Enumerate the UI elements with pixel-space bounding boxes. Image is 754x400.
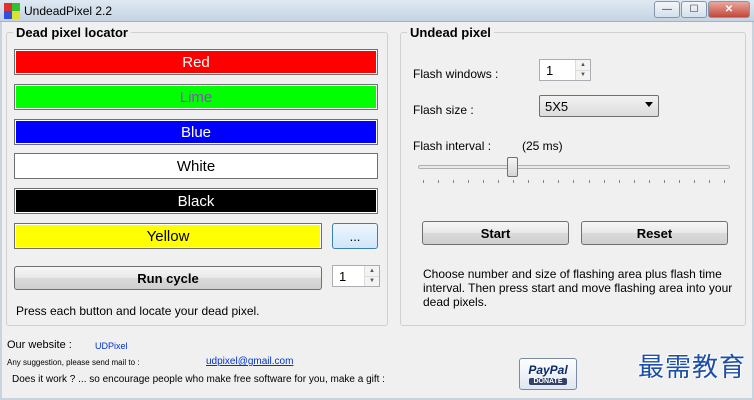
slider-tick (483, 180, 485, 183)
app-icon (4, 3, 20, 19)
spin-up-icon[interactable]: ▲ (576, 60, 590, 70)
flash-windows-label: Flash windows : (413, 67, 499, 81)
slider-tick (528, 180, 530, 183)
flash-windows-spinner[interactable]: 1 ▲ ▼ (539, 59, 591, 81)
gift-text: Does it work ? ... so encourage people w… (12, 374, 385, 385)
flash-size-dropdown[interactable]: 5X5 (539, 95, 659, 117)
slider-tick (558, 180, 560, 183)
undead-pixel-title: Undead pixel (407, 25, 494, 40)
run-cycle-button[interactable]: Run cycle (14, 266, 322, 290)
slider-tick (513, 180, 515, 183)
slider-tick (693, 180, 695, 183)
flash-size-value: 5X5 (545, 98, 569, 114)
watermark: 最需教育 (637, 353, 746, 383)
slider-tick (633, 180, 635, 183)
slider-tick (618, 180, 620, 183)
spin-down-icon[interactable]: ▼ (365, 275, 379, 286)
spin-up-icon[interactable]: ▲ (365, 266, 379, 276)
main-window: Dead pixel locator Red Lime Blue White B… (2, 22, 752, 398)
cycle-count-value: 1 (339, 268, 347, 284)
website-label: Our website : (7, 339, 72, 351)
slider-tick (543, 180, 545, 183)
slider-tick (708, 180, 710, 183)
slider-tick (438, 180, 440, 183)
chevron-down-icon (645, 102, 653, 107)
start-button[interactable]: Start (422, 221, 569, 245)
reset-button[interactable]: Reset (581, 221, 728, 245)
slider-tick (573, 180, 575, 183)
red-button[interactable]: Red (14, 49, 378, 75)
custom-color-button[interactable]: ... (332, 223, 378, 249)
black-button[interactable]: Black (14, 188, 378, 214)
email-link[interactable]: udpixel@gmail.com (206, 356, 293, 367)
close-button[interactable]: ✕ (708, 1, 750, 18)
flash-size-label: Flash size : (413, 103, 474, 117)
paypal-logo: PayPal (528, 363, 568, 377)
flash-interval-slider-track[interactable] (418, 165, 730, 169)
title-bar: UndeadPixel 2.2 — ☐ ✕ (0, 0, 754, 22)
minimize-button[interactable]: — (654, 1, 680, 18)
spin-down-icon[interactable]: ▼ (576, 69, 590, 80)
flash-interval-value: (25 ms) (522, 139, 563, 153)
slider-ticks (423, 180, 725, 184)
slider-tick (588, 180, 590, 183)
blue-button[interactable]: Blue (14, 119, 378, 145)
flash-interval-label: Flash interval : (413, 139, 492, 153)
website-link[interactable]: UDPixel (95, 341, 128, 351)
slider-tick (603, 180, 605, 183)
slider-tick (468, 180, 470, 183)
slider-tick (453, 180, 455, 183)
white-button[interactable]: White (14, 153, 378, 179)
lime-button[interactable]: Lime (14, 84, 378, 110)
undead-description: Choose number and size of flashing area … (423, 267, 733, 309)
locator-hint: Press each button and locate your dead p… (16, 304, 260, 318)
paypal-donate-button[interactable]: PayPal DONATE (519, 358, 577, 390)
slider-tick (663, 180, 665, 183)
suggestion-label: Any suggestion, please send mail to : (7, 358, 140, 367)
window-title: UndeadPixel 2.2 (24, 4, 113, 18)
slider-tick (498, 180, 500, 183)
cycle-count-spinner[interactable]: 1 ▲ ▼ (332, 265, 380, 287)
flash-windows-value: 1 (546, 62, 554, 78)
flash-interval-slider-thumb[interactable] (506, 157, 518, 177)
dead-pixel-locator-title: Dead pixel locator (13, 25, 131, 40)
slider-tick (723, 180, 725, 183)
slider-tick (423, 180, 424, 183)
slider-tick (648, 180, 650, 183)
yellow-button[interactable]: Yellow (14, 223, 322, 249)
donate-label: DONATE (529, 378, 567, 385)
maximize-button[interactable]: ☐ (681, 1, 707, 18)
slider-tick (678, 180, 680, 183)
